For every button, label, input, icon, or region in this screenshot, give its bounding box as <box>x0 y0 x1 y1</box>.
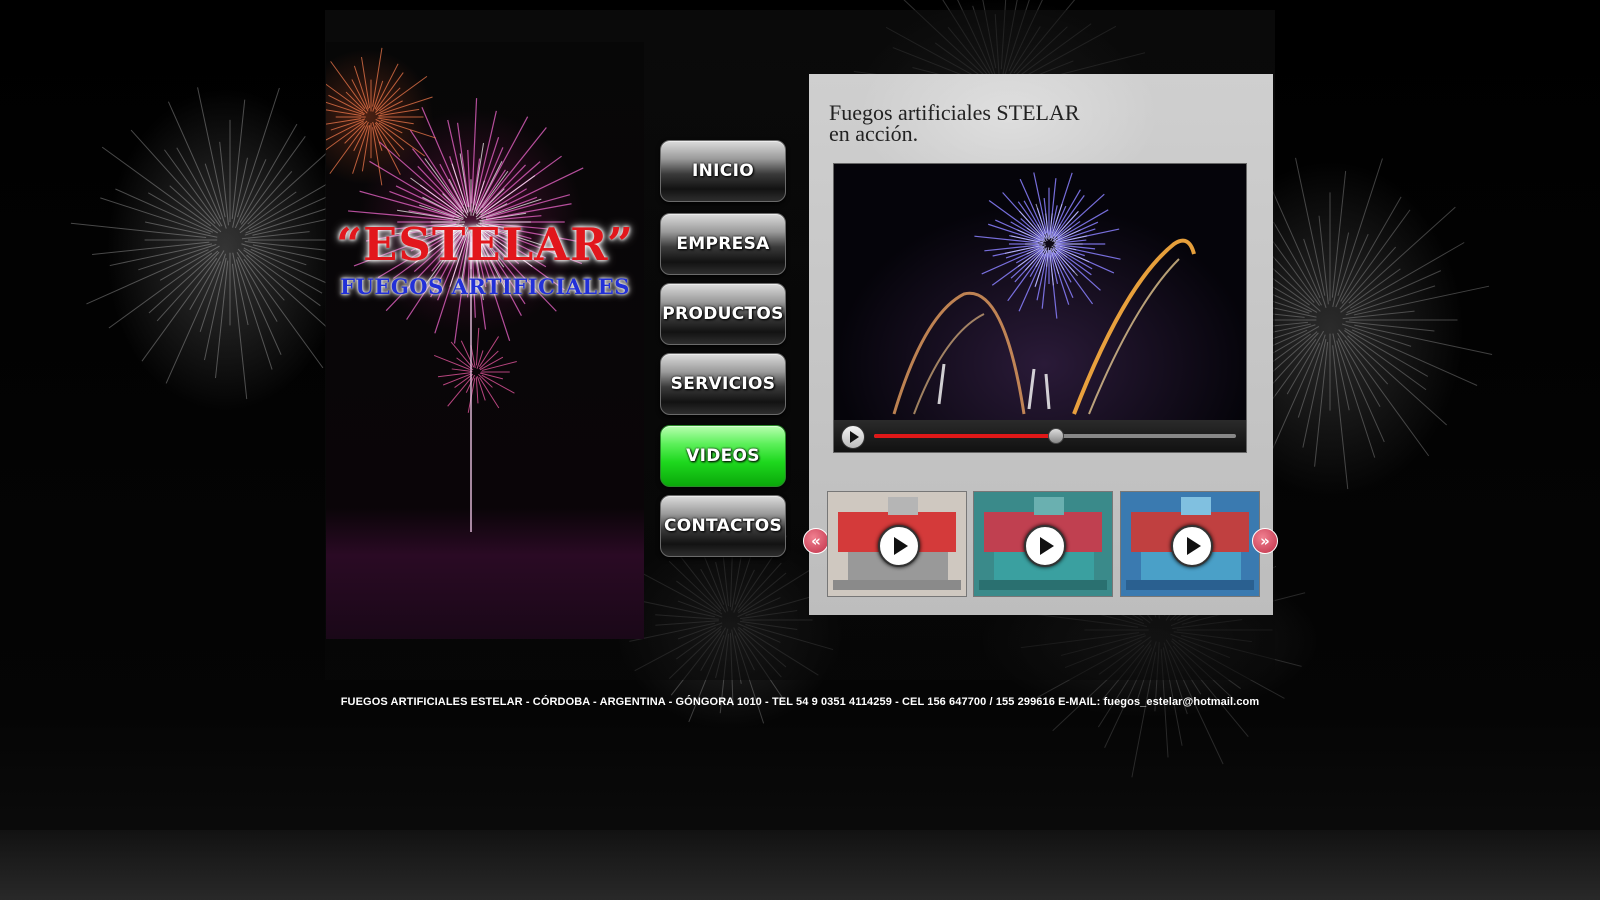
video-panel: Fuegos artificiales STELAR en acción. « <box>803 74 1278 615</box>
video-screen[interactable] <box>834 164 1246 420</box>
video-frame-fireworks <box>892 172 1196 415</box>
hero-panel: “ESTELAR” FUEGOS ARTIFICIALES <box>326 42 644 639</box>
nav-videos-button[interactable]: VIDEOS <box>660 425 786 487</box>
seek-progress <box>874 434 1055 438</box>
nav-contactos-button[interactable]: CONTACTOS <box>660 495 786 557</box>
nav-inicio-button[interactable]: INICIO <box>660 140 786 202</box>
panel-title: Fuegos artificiales STELAR en acción. <box>829 100 1129 146</box>
hero-firework-art <box>326 47 591 532</box>
nav-productos-button[interactable]: PRODUCTOS <box>660 283 786 345</box>
play-icon[interactable] <box>1171 525 1213 567</box>
seek-handle[interactable] <box>1048 428 1064 444</box>
panel-title-line2: en acción. <box>829 121 919 146</box>
panel-title-line1: Fuegos artificiales STELAR <box>829 100 1080 125</box>
video-thumbnail-1[interactable] <box>827 491 967 597</box>
video-thumbnail-carousel: « » <box>803 491 1278 597</box>
video-thumbnail-2[interactable] <box>973 491 1113 597</box>
nav-empresa-button[interactable]: EMPRESA <box>660 213 786 275</box>
video-thumbnail-3[interactable] <box>1120 491 1260 597</box>
prev-arrow-icon[interactable]: « <box>803 528 829 554</box>
brand-logo-tagline: FUEGOS ARTIFICIALES <box>340 274 630 299</box>
play-icon[interactable] <box>878 525 920 567</box>
next-arrow-icon[interactable]: » <box>1252 528 1278 554</box>
footer-contact-info: FUEGOS ARTIFICIALES ESTELAR - CÓRDOBA - … <box>340 696 1260 708</box>
play-icon[interactable] <box>841 425 865 449</box>
nav-servicios-button[interactable]: SERVICIOS <box>660 353 786 415</box>
video-controls <box>834 420 1246 452</box>
play-icon[interactable] <box>1024 525 1066 567</box>
water-reflection <box>0 830 1600 900</box>
video-player[interactable] <box>833 163 1247 453</box>
brand-logo-title: “ESTELAR” <box>336 218 634 271</box>
